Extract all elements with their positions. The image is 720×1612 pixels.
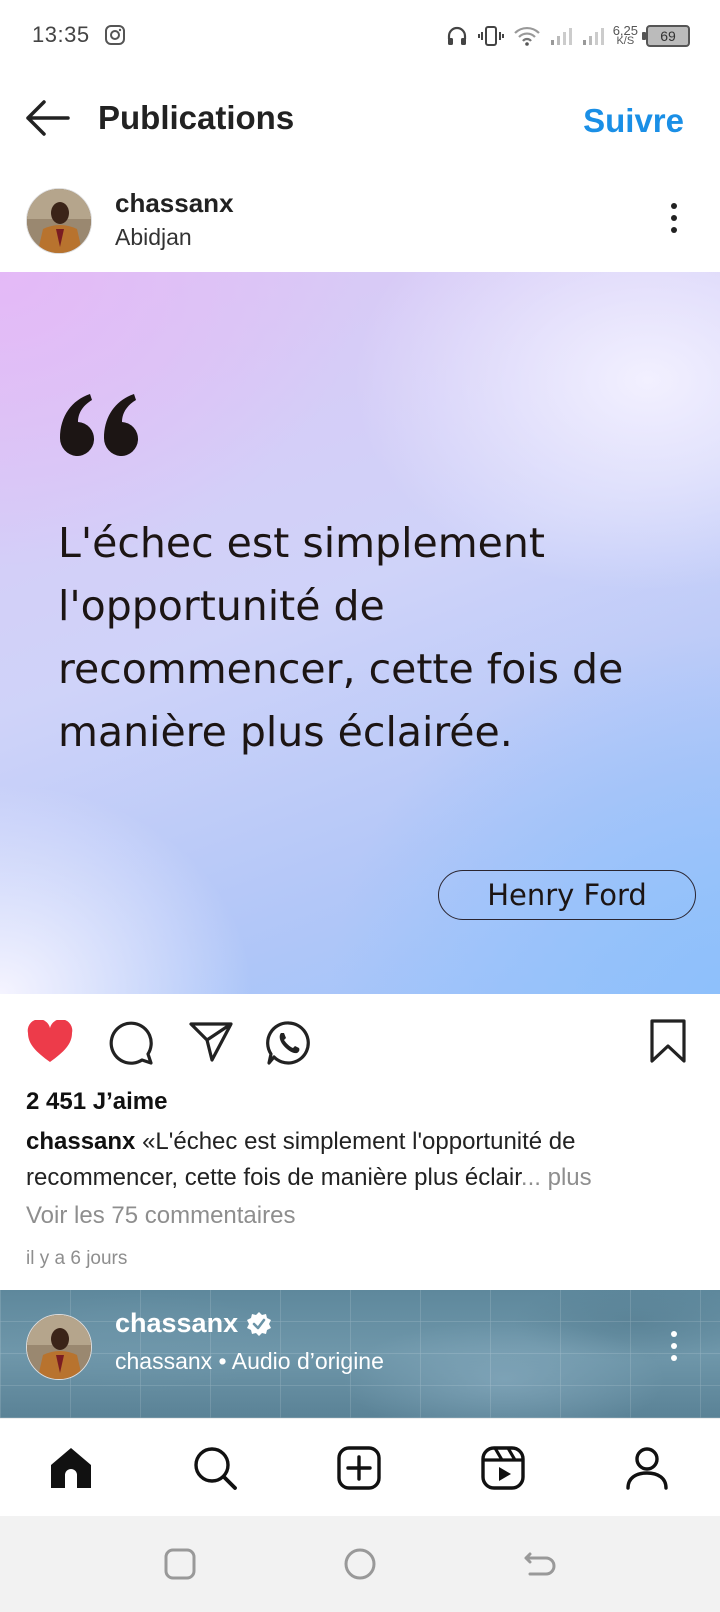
status-icons: 6,25 K/S 69 <box>445 20 690 52</box>
post-username[interactable]: chassanx <box>115 188 234 219</box>
battery-level: 69 <box>660 28 676 44</box>
nav-search[interactable] <box>190 1443 240 1493</box>
comment-icon <box>109 1021 153 1065</box>
instagram-icon <box>104 24 126 46</box>
share-button[interactable] <box>188 1020 234 1064</box>
status-time: 13:35 <box>32 22 90 47</box>
more-options-button[interactable] <box>668 198 680 238</box>
next-post-audio[interactable]: chassanx • Audio d’origine <box>115 1348 384 1375</box>
next-post-username-row[interactable]: chassanx <box>115 1308 272 1339</box>
next-post-username[interactable]: chassanx <box>115 1308 238 1339</box>
post-header: chassanx Abidjan <box>0 176 720 272</box>
caption-ellipsis: ... <box>520 1164 541 1191</box>
send-icon <box>189 1022 233 1062</box>
home-circle-icon <box>344 1548 376 1580</box>
likes-count[interactable]: 2 451 J’aime <box>26 1088 167 1116</box>
verified-badge-icon <box>247 1311 272 1336</box>
quote-mark-icon <box>59 394 138 456</box>
post-location[interactable]: Abidjan <box>115 224 192 251</box>
avatar[interactable] <box>26 1314 92 1380</box>
system-navigation <box>0 1516 720 1612</box>
whatsapp-share-button[interactable] <box>266 1020 312 1066</box>
network-speed: 6,25 K/S <box>613 24 638 47</box>
search-icon <box>194 1447 237 1490</box>
nav-home[interactable] <box>46 1443 96 1493</box>
wifi-icon <box>513 25 541 47</box>
whatsapp-icon <box>266 1021 310 1065</box>
nav-create[interactable] <box>334 1443 384 1493</box>
top-bar: Publications Suivre <box>0 80 720 160</box>
signal-icon <box>549 25 573 47</box>
nav-profile[interactable] <box>622 1443 672 1493</box>
profile-icon <box>626 1447 668 1490</box>
like-button[interactable] <box>26 1020 74 1064</box>
battery-icon: 69 <box>642 25 690 47</box>
next-post-more-button[interactable] <box>668 1326 680 1366</box>
page-title: Publications <box>98 99 295 136</box>
more-vertical-icon <box>671 203 677 233</box>
bottom-navigation <box>0 1418 720 1516</box>
back-icon <box>524 1552 556 1576</box>
headphones-icon <box>445 24 469 48</box>
more-vertical-icon <box>671 1331 677 1361</box>
home-system-button[interactable] <box>340 1544 380 1584</box>
nav-reels[interactable] <box>478 1443 528 1493</box>
comment-button[interactable] <box>108 1020 154 1066</box>
vibrate-icon <box>477 24 505 48</box>
post-image[interactable]: L'échec est simplement l'opportunité de … <box>0 272 720 994</box>
create-icon <box>337 1446 381 1490</box>
avatar[interactable] <box>26 188 92 254</box>
post-caption: chassanx «L'échec est simplement l'oppor… <box>26 1124 698 1196</box>
post-date: il y a 6 jours <box>26 1248 128 1269</box>
quote-author: Henry Ford <box>438 870 696 920</box>
recents-icon <box>164 1548 196 1580</box>
back-button[interactable] <box>22 96 72 140</box>
save-button[interactable] <box>648 1018 688 1064</box>
quote-text: L'échec est simplement l'opportunité de … <box>58 519 624 756</box>
back-system-button[interactable] <box>520 1544 560 1584</box>
next-post-header[interactable]: chassanx chassanx • Audio d’origine <box>0 1290 720 1418</box>
arrow-left-icon <box>26 100 70 136</box>
caption-more-link[interactable]: plus <box>541 1164 592 1191</box>
recents-button[interactable] <box>160 1544 200 1584</box>
signal-icon <box>581 25 605 47</box>
status-bar: 13:35 6,25 K/S 69 <box>0 0 720 72</box>
bookmark-icon <box>650 1019 686 1063</box>
reels-icon <box>481 1446 525 1490</box>
home-icon <box>51 1448 91 1488</box>
heart-filled-icon <box>27 1020 73 1062</box>
follow-button[interactable]: Suivre <box>583 102 684 140</box>
caption-username[interactable]: chassanx <box>26 1128 135 1155</box>
post-actions <box>0 994 720 1090</box>
view-comments-link[interactable]: Voir les 75 commentaires <box>26 1202 295 1230</box>
